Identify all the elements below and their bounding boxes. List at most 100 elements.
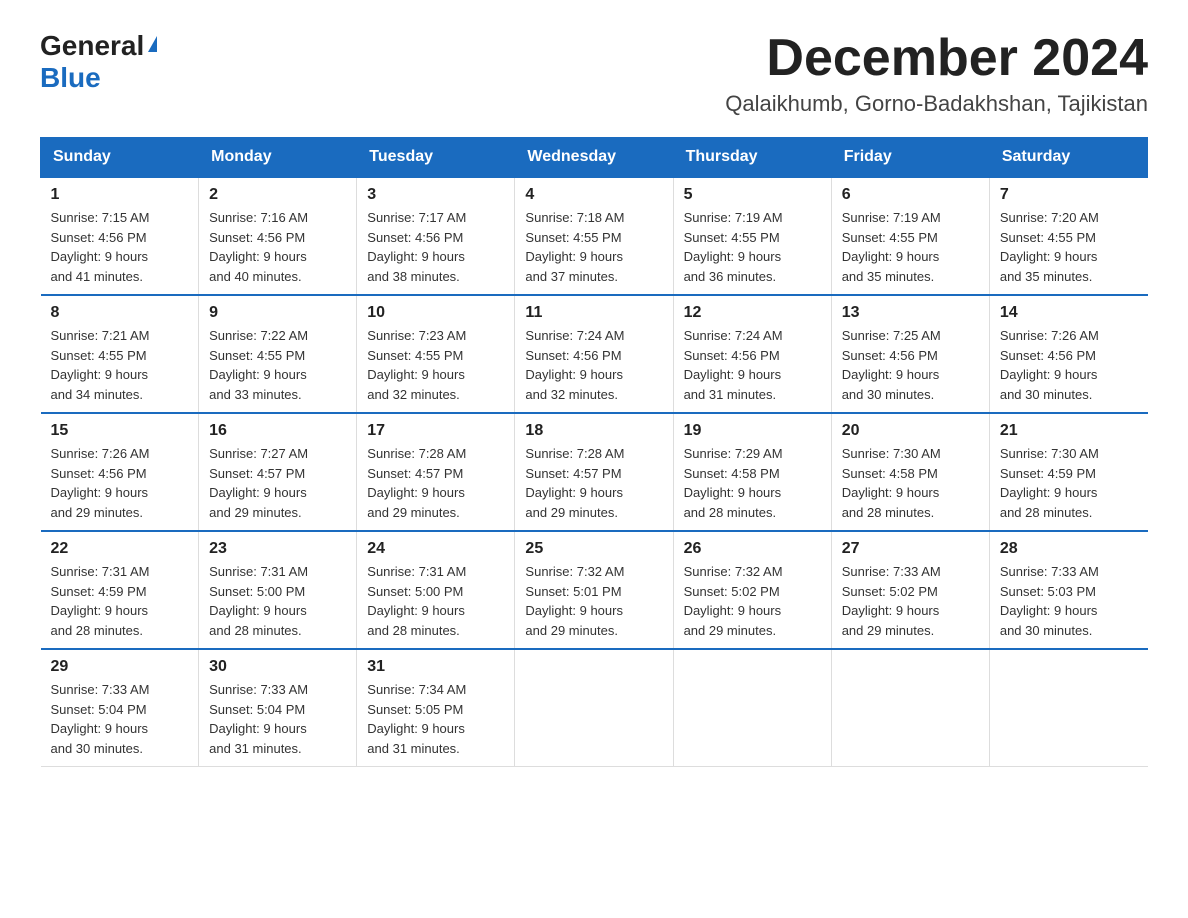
logo-general-text: General (40, 30, 144, 62)
day-info: Sunrise: 7:27 AMSunset: 4:57 PMDaylight:… (209, 444, 346, 522)
day-number: 13 (842, 304, 979, 322)
day-number: 19 (684, 422, 821, 440)
calendar-day-cell: 22 Sunrise: 7:31 AMSunset: 4:59 PMDayligh… (41, 531, 199, 649)
calendar-day-cell: 29Sunrise: 7:33 AMSunset: 5:04 PMDayligh… (41, 649, 199, 767)
day-info: Sunrise: 7:18 AMSunset: 4:55 PMDaylight:… (525, 208, 662, 286)
calendar-day-cell: 30 Sunrise: 7:33 AMSunset: 5:04 PMDayligh… (199, 649, 357, 767)
day-info: Sunrise: 7:24 AMSunset: 4:56 PMDaylight:… (684, 326, 821, 404)
logo-general-line: General (40, 30, 157, 62)
day-info: Sunrise: 7:26 AMSunset: 4:56 PMDaylight:… (51, 444, 189, 522)
weekday-header-thursday: Thursday (673, 138, 831, 178)
calendar-day-cell: 1 Sunrise: 7:15 AMSunset: 4:56 PMDaylight… (41, 177, 199, 295)
day-info: Sunrise: 7:32 AMSunset: 5:02 PMDaylight:… (684, 562, 821, 640)
logo-blue-text: Blue (40, 62, 101, 94)
calendar-day-cell: 3 Sunrise: 7:17 AMSunset: 4:56 PMDaylight… (357, 177, 515, 295)
day-info: Sunrise: 7:26 AMSunset: 4:56 PMDaylight:… (1000, 326, 1138, 404)
day-info: Sunrise: 7:33 AMSunset: 5:04 PMDaylight:… (51, 680, 189, 758)
day-info: Sunrise: 7:21 AMSunset: 4:55 PMDaylight:… (51, 326, 189, 404)
calendar-day-cell: 13 Sunrise: 7:25 AMSunset: 4:56 PMDayligh… (831, 295, 989, 413)
day-info: Sunrise: 7:20 AMSunset: 4:55 PMDaylight:… (1000, 208, 1138, 286)
calendar-day-cell: 5 Sunrise: 7:19 AMSunset: 4:55 PMDaylight… (673, 177, 831, 295)
day-info: Sunrise: 7:15 AMSunset: 4:56 PMDaylight:… (51, 208, 189, 286)
calendar-day-cell: 7 Sunrise: 7:20 AMSunset: 4:55 PMDaylight… (989, 177, 1147, 295)
day-info: Sunrise: 7:28 AMSunset: 4:57 PMDaylight:… (367, 444, 504, 522)
day-number: 10 (367, 304, 504, 322)
day-number: 14 (1000, 304, 1138, 322)
logo-triangle-icon (148, 36, 157, 52)
day-number: 22 (51, 540, 189, 558)
day-info: Sunrise: 7:25 AMSunset: 4:56 PMDaylight:… (842, 326, 979, 404)
day-number: 5 (684, 186, 821, 204)
calendar-day-cell: 28 Sunrise: 7:33 AMSunset: 5:03 PMDayligh… (989, 531, 1147, 649)
calendar-week-row: 15 Sunrise: 7:26 AMSunset: 4:56 PMDayligh… (41, 413, 1148, 531)
day-info: Sunrise: 7:32 AMSunset: 5:01 PMDaylight:… (525, 562, 662, 640)
calendar-day-cell: 19Sunrise: 7:29 AMSunset: 4:58 PMDayligh… (673, 413, 831, 531)
day-info: Sunrise: 7:17 AMSunset: 4:56 PMDaylight:… (367, 208, 504, 286)
calendar-day-cell (989, 649, 1147, 767)
day-number: 6 (842, 186, 979, 204)
day-info: Sunrise: 7:28 AMSunset: 4:57 PMDaylight:… (525, 444, 662, 522)
day-info: Sunrise: 7:19 AMSunset: 4:55 PMDaylight:… (684, 208, 821, 286)
calendar-day-cell (831, 649, 989, 767)
day-number: 17 (367, 422, 504, 440)
weekday-header-wednesday: Wednesday (515, 138, 673, 178)
day-number: 9 (209, 304, 346, 322)
day-number: 3 (367, 186, 504, 204)
logo: General Blue (40, 30, 157, 94)
day-info: Sunrise: 7:31 AMSunset: 4:59 PMDaylight:… (51, 562, 189, 640)
calendar-day-cell: 10 Sunrise: 7:23 AMSunset: 4:55 PMDayligh… (357, 295, 515, 413)
day-number: 24 (367, 540, 504, 558)
calendar-day-cell: 17 Sunrise: 7:28 AMSunset: 4:57 PMDayligh… (357, 413, 515, 531)
calendar-day-cell: 4Sunrise: 7:18 AMSunset: 4:55 PMDaylight… (515, 177, 673, 295)
calendar-day-cell: 23Sunrise: 7:31 AMSunset: 5:00 PMDayligh… (199, 531, 357, 649)
day-info: Sunrise: 7:34 AMSunset: 5:05 PMDaylight:… (367, 680, 504, 758)
weekday-header-monday: Monday (199, 138, 357, 178)
weekday-header-saturday: Saturday (989, 138, 1147, 178)
day-number: 12 (684, 304, 821, 322)
calendar-day-cell: 20Sunrise: 7:30 AMSunset: 4:58 PMDayligh… (831, 413, 989, 531)
weekday-header-tuesday: Tuesday (357, 138, 515, 178)
day-number: 26 (684, 540, 821, 558)
calendar-week-row: 1 Sunrise: 7:15 AMSunset: 4:56 PMDaylight… (41, 177, 1148, 295)
day-number: 23 (209, 540, 346, 558)
day-info: Sunrise: 7:22 AMSunset: 4:55 PMDaylight:… (209, 326, 346, 404)
calendar-day-cell (515, 649, 673, 767)
weekday-header-row: SundayMondayTuesdayWednesdayThursdayFrid… (41, 138, 1148, 178)
day-info: Sunrise: 7:33 AMSunset: 5:04 PMDaylight:… (209, 680, 346, 758)
day-info: Sunrise: 7:33 AMSunset: 5:03 PMDaylight:… (1000, 562, 1138, 640)
day-number: 15 (51, 422, 189, 440)
calendar-week-row: 8 Sunrise: 7:21 AMSunset: 4:55 PMDaylight… (41, 295, 1148, 413)
day-number: 7 (1000, 186, 1138, 204)
title-section: December 2024 Qalaikhumb, Gorno-Badakhsh… (725, 30, 1148, 117)
day-number: 21 (1000, 422, 1138, 440)
day-info: Sunrise: 7:33 AMSunset: 5:02 PMDaylight:… (842, 562, 979, 640)
calendar-week-row: 29Sunrise: 7:33 AMSunset: 5:04 PMDayligh… (41, 649, 1148, 767)
day-info: Sunrise: 7:31 AMSunset: 5:00 PMDaylight:… (367, 562, 504, 640)
calendar-day-cell: 2 Sunrise: 7:16 AMSunset: 4:56 PMDaylight… (199, 177, 357, 295)
day-info: Sunrise: 7:16 AMSunset: 4:56 PMDaylight:… (209, 208, 346, 286)
calendar-day-cell: 14 Sunrise: 7:26 AMSunset: 4:56 PMDayligh… (989, 295, 1147, 413)
day-number: 25 (525, 540, 662, 558)
day-info: Sunrise: 7:23 AMSunset: 4:55 PMDaylight:… (367, 326, 504, 404)
page-header: General Blue December 2024 Qalaikhumb, G… (40, 30, 1148, 117)
calendar-day-cell: 18 Sunrise: 7:28 AMSunset: 4:57 PMDayligh… (515, 413, 673, 531)
day-info: Sunrise: 7:19 AMSunset: 4:55 PMDaylight:… (842, 208, 979, 286)
day-number: 28 (1000, 540, 1138, 558)
day-number: 30 (209, 658, 346, 676)
day-number: 8 (51, 304, 189, 322)
calendar-day-cell: 21 Sunrise: 7:30 AMSunset: 4:59 PMDayligh… (989, 413, 1147, 531)
day-number: 1 (51, 186, 189, 204)
calendar-week-row: 22 Sunrise: 7:31 AMSunset: 4:59 PMDayligh… (41, 531, 1148, 649)
calendar-day-cell: 15 Sunrise: 7:26 AMSunset: 4:56 PMDayligh… (41, 413, 199, 531)
calendar-table: SundayMondayTuesdayWednesdayThursdayFrid… (40, 137, 1148, 767)
day-number: 16 (209, 422, 346, 440)
calendar-body: 1 Sunrise: 7:15 AMSunset: 4:56 PMDaylight… (41, 177, 1148, 767)
day-info: Sunrise: 7:30 AMSunset: 4:59 PMDaylight:… (1000, 444, 1138, 522)
day-number: 11 (525, 304, 662, 322)
calendar-day-cell: 27Sunrise: 7:33 AMSunset: 5:02 PMDayligh… (831, 531, 989, 649)
calendar-day-cell: 25 Sunrise: 7:32 AMSunset: 5:01 PMDayligh… (515, 531, 673, 649)
calendar-day-cell (673, 649, 831, 767)
weekday-header-friday: Friday (831, 138, 989, 178)
day-number: 18 (525, 422, 662, 440)
day-number: 2 (209, 186, 346, 204)
